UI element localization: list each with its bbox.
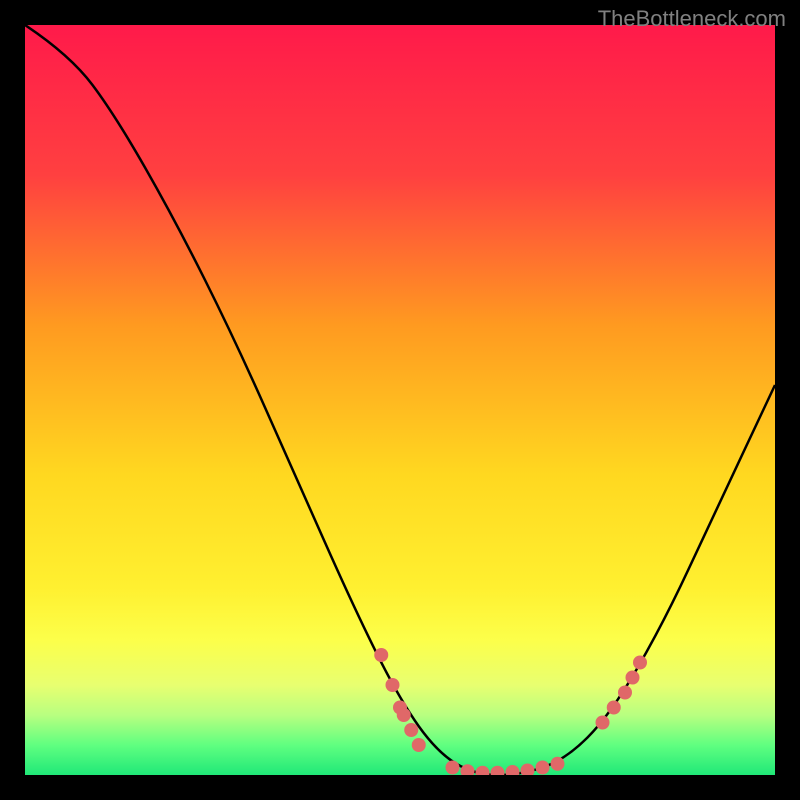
data-point — [596, 716, 610, 730]
chart-container: TheBottleneck.com — [0, 0, 800, 800]
data-point — [626, 671, 640, 685]
gradient-background — [25, 25, 775, 775]
data-point — [397, 708, 411, 722]
data-point — [618, 686, 632, 700]
plot-area — [25, 25, 775, 775]
data-point — [607, 701, 621, 715]
data-point — [551, 757, 565, 771]
chart-svg — [25, 25, 775, 775]
watermark-text: TheBottleneck.com — [598, 6, 786, 32]
data-point — [412, 738, 426, 752]
data-point — [536, 761, 550, 775]
data-point — [446, 761, 460, 775]
data-point — [633, 656, 647, 670]
data-point — [374, 648, 388, 662]
data-point — [386, 678, 400, 692]
data-point — [404, 723, 418, 737]
